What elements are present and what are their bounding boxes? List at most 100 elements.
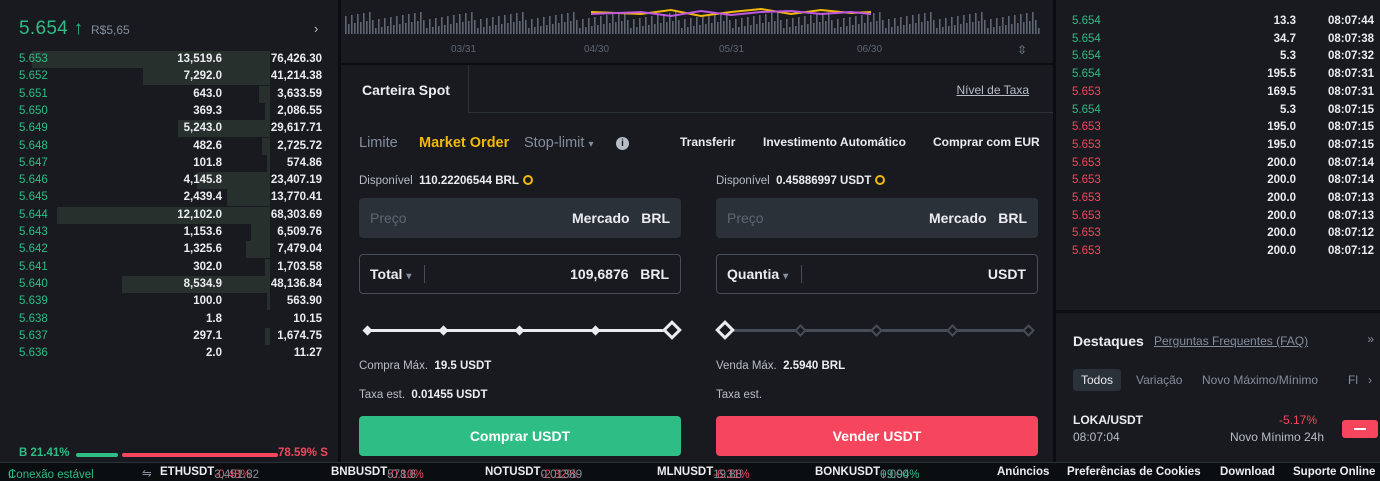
sell-usdt-button[interactable]: Vender USDT (716, 416, 1038, 456)
auto-invest-link[interactable]: Investimento Automático (763, 135, 906, 149)
footer-link-ads[interactable]: Anúncios (997, 466, 1049, 478)
depth-bar (226, 189, 270, 207)
buy-total-field[interactable]: Total ▾ 109,6876 BRL (359, 254, 681, 294)
wallet-tabs: Carteira Spot Nível de Taxa (341, 65, 1053, 113)
bid-row[interactable]: 5.644 12,102.0 68,303.69 (0, 206, 338, 224)
more-chevron-icon[interactable]: › (314, 21, 318, 36)
bid-row[interactable]: 5.647 101.8 574.86 (0, 154, 338, 172)
bid-row[interactable]: 5.640 8,534.9 48,136.84 (0, 275, 338, 293)
bid-total: 76,426.30 (270, 53, 322, 65)
slider-step[interactable] (590, 325, 601, 336)
trade-row: 5.653 200.0 08:07:12 (1056, 242, 1380, 259)
order-type-stop-limit[interactable]: Stop-limit ▾ (524, 135, 594, 151)
bid-price: 5.648 (19, 139, 48, 152)
slider-step[interactable] (514, 325, 525, 336)
bid-total: 574.86 (286, 156, 322, 169)
bid-row[interactable]: 5.645 2,439.4 13,770.41 (0, 189, 338, 207)
quantity-selector[interactable]: Quantia ▾ (727, 266, 788, 282)
coin-add-icon[interactable] (875, 175, 886, 185)
buy-ratio: B 21.41% (19, 447, 70, 459)
slider-handle[interactable] (715, 320, 735, 340)
bid-row[interactable]: 5.653 13,519.6 76,426.30 (0, 51, 338, 68)
buy-price-field[interactable]: Preço Mercado BRL (359, 198, 681, 238)
ticker-item[interactable]: BONKUSDT +9.94% 0.000 (815, 466, 920, 481)
chevron-down-icon: ▾ (588, 139, 594, 150)
buy-amount-slider[interactable] (359, 320, 682, 340)
ticker-item[interactable]: MLNUSDT -6.31% 19.88 (657, 466, 750, 481)
tab-spot-wallet[interactable]: Carteira Spot (341, 65, 469, 113)
bid-row[interactable]: 5.638 1.8 10.15 (0, 311, 338, 328)
footer-link-download[interactable]: Download (1220, 466, 1275, 478)
bid-row[interactable]: 5.652 7,292.0 41,214.38 (0, 68, 338, 86)
bid-row[interactable]: 5.649 5,243.0 29,617.71 (0, 120, 338, 138)
bid-row[interactable]: 5.650 369.3 2,086.55 (0, 102, 338, 120)
bid-row[interactable]: 5.637 297.1 1,674.75 (0, 327, 338, 345)
bid-row[interactable]: 5.643 1,153.6 6,509.76 (0, 224, 338, 241)
slider-step[interactable] (870, 324, 883, 337)
divider (801, 265, 802, 283)
trade-price: 5.653 (1072, 138, 1101, 151)
bid-total: 1,674.75 (277, 329, 322, 342)
total-selector[interactable]: Total ▾ (370, 266, 411, 282)
depth-bar (251, 224, 270, 241)
coin-add-icon[interactable] (522, 175, 533, 185)
collapse-icon[interactable]: » (1367, 332, 1374, 346)
highlight-symbol[interactable]: LOKA/USDT (1073, 413, 1143, 427)
slider-step[interactable] (438, 325, 449, 336)
bid-row[interactable]: 5.639 100.0 563.90 (0, 293, 338, 311)
sell-amount-slider[interactable] (715, 320, 1038, 340)
bid-row[interactable]: 5.648 482.6 2,725.72 (0, 137, 338, 155)
bid-row[interactable]: 5.651 643.0 3,633.59 (0, 85, 338, 103)
ticker-item[interactable]: ETHUSDT -0.48% 3,451.82 (160, 466, 259, 481)
ticker-item[interactable]: BNBUSDT -0.10% 578.6 (331, 466, 424, 481)
depth-bar (264, 327, 270, 345)
bid-amount: 101.8 (193, 156, 222, 169)
filter-next-chevron-icon[interactable]: › (1368, 373, 1372, 387)
filter-new-high-low[interactable]: Novo Máximo/Mínimo (1202, 373, 1318, 387)
transfer-link[interactable]: Transferir (680, 135, 735, 149)
bid-price: 5.636 (19, 347, 48, 360)
buy-with-eur-link[interactable]: Comprar com EUR (933, 135, 1040, 149)
slider-step[interactable] (1022, 324, 1035, 337)
filter-more[interactable]: Fl (1348, 373, 1358, 387)
trade-amount: 169.5 (1267, 85, 1296, 98)
order-type-limit[interactable]: Limite (359, 135, 398, 151)
slider-step[interactable] (794, 324, 807, 337)
filter-change[interactable]: Variação (1136, 373, 1182, 387)
faq-link[interactable]: Perguntas Frequentes (FAQ) (1154, 334, 1308, 348)
filter-all[interactable]: Todos (1073, 369, 1122, 391)
bid-amount: 13,519.6 (177, 53, 222, 65)
spot-order-panel: Carteira Spot Nível de Taxa Limite Marke… (341, 65, 1053, 462)
expand-icon[interactable]: ⇳ (1017, 43, 1027, 57)
bid-row[interactable]: 5.642 1,325.6 7,479.04 (0, 241, 338, 259)
slider-handle[interactable] (662, 320, 682, 340)
chart-date-label: 05/31 (719, 44, 745, 55)
trade-price: 5.653 (1072, 85, 1101, 98)
bid-row[interactable]: 5.641 302.0 1,703.58 (0, 258, 338, 276)
ticker-settings-icon[interactable]: ⇋ (142, 466, 152, 480)
bid-price: 5.643 (19, 226, 48, 238)
bid-price: 5.652 (19, 70, 48, 83)
footer-link-cookies[interactable]: Preferências de Cookies (1067, 466, 1201, 478)
trade-price: 5.653 (1072, 192, 1101, 204)
bid-row[interactable]: 5.636 2.0 11.27 (0, 345, 338, 362)
order-type-market[interactable]: Market Order (419, 135, 509, 151)
footer-link-support[interactable]: Suporte Online (1293, 466, 1375, 478)
sell-quantity-field[interactable]: Quantia ▾ USDT (716, 254, 1038, 294)
bid-price: 5.640 (19, 277, 48, 290)
bid-row[interactable]: 5.646 4,145.8 23,407.19 (0, 172, 338, 190)
buy-usdt-button[interactable]: Comprar USDT (359, 416, 681, 456)
trade-time: 08:07:12 (1327, 227, 1374, 240)
trade-price: 5.653 (1072, 245, 1101, 258)
price-chart-strip[interactable]: 03/31 04/30 05/31 06/30 ⇳ (341, 0, 1053, 63)
ticker-item[interactable]: NOTUSDT -2.32% 0.01389 (485, 466, 582, 481)
slider-step[interactable] (362, 325, 373, 336)
fee-level-link[interactable]: Nível de Taxa (957, 83, 1030, 97)
bid-price: 5.642 (19, 243, 48, 256)
sell-price-field[interactable]: Preço Mercado BRL (716, 198, 1038, 238)
trade-amount: 195.0 (1267, 138, 1296, 151)
slider-step[interactable] (946, 324, 959, 337)
depth-bar (264, 102, 270, 120)
info-icon[interactable]: i (616, 137, 629, 150)
bid-price: 5.639 (19, 295, 48, 308)
